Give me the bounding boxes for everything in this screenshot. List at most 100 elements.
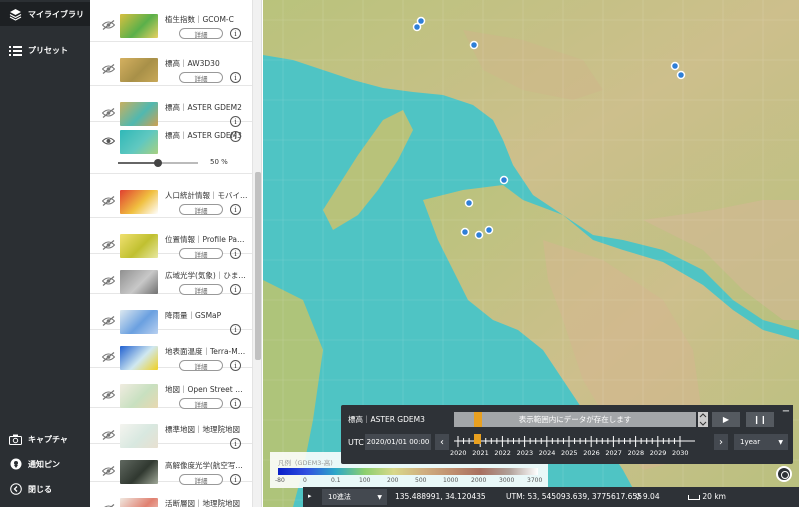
legend-tick-label: 1000 (443, 477, 459, 484)
legend-tick-label: 100 (359, 477, 371, 484)
eye-off-icon[interactable] (101, 276, 116, 286)
nav-capture-label: キャプチャ (28, 434, 68, 444)
details-button[interactable]: 詳細 (179, 28, 223, 39)
timeline-year-label: 2028 (627, 449, 645, 457)
nav-my-library[interactable]: マイライブラリ (0, 2, 90, 26)
legend-tick-label: 3000 (499, 477, 515, 484)
layer-name: 標準地図｜地理院地図 (165, 425, 240, 434)
timeline-year-label: 2030 (672, 449, 689, 457)
nav-capture[interactable]: キャプチャ (0, 427, 90, 451)
layer-thumbnail (120, 14, 158, 38)
eye-off-icon[interactable] (101, 390, 116, 400)
nav-my-library-label: マイライブラリ (28, 9, 84, 19)
compass-button[interactable] (776, 466, 792, 482)
timeline-cursor[interactable] (474, 434, 481, 444)
layers-icon (9, 8, 22, 21)
legend-tick-label: 3700 (527, 477, 543, 484)
coordinate-format-select[interactable]: 10進法 ▼ (322, 489, 387, 505)
layer-row[interactable]: 標準地図｜地理院地図 i (90, 408, 252, 449)
utm-coordinates: UTM: 53, 545093.639, 3775617.655 (506, 492, 642, 501)
legend-tick-label: 0 (303, 477, 307, 484)
eye-off-icon[interactable] (101, 108, 116, 118)
layer-name: 地表面温度｜Terra-M… (165, 347, 246, 356)
details-button[interactable]: 詳細 (179, 204, 223, 215)
eye-off-icon[interactable] (101, 430, 116, 440)
prev-time-button[interactable]: ‹ (435, 434, 449, 450)
layer-row[interactable]: 広域光学(気象)｜ひま… 詳細 i (90, 254, 252, 295)
scale-bar-icon (688, 494, 700, 500)
time-panel: 標高｜ASTER GDEM3 表示範囲内にデータが存在します ▶ ❙❙ UTC … (341, 405, 793, 464)
nav-close[interactable]: 閉じる (0, 477, 90, 501)
next-time-button[interactable]: › (714, 434, 728, 450)
layer-row[interactable]: 位置情報｜Profile Pa… 詳細 i (90, 218, 252, 259)
timeline-year-label: 2022 (494, 449, 511, 457)
camera-icon (9, 433, 22, 446)
layer-row[interactable]: 人口統計情報｜モバイ… 詳細 i (90, 174, 252, 218)
info-icon[interactable]: i (230, 28, 241, 39)
time-panel-minimize-button[interactable]: − (779, 405, 793, 418)
layer-list: 植生指数｜GCOM-C 詳細 i 標高｜AW3D30 詳細 i 標高｜ASTER GDEM2… (90, 0, 262, 507)
eye-off-icon[interactable] (101, 240, 116, 250)
timeline-year-label: 2021 (472, 449, 489, 457)
eye-off-icon[interactable] (101, 466, 116, 476)
data-availability-message: 表示範囲内にデータが存在します (518, 415, 632, 424)
layer-row[interactable]: 標高｜ASTER GDEM2 i (90, 86, 252, 127)
eye-off-icon[interactable] (101, 20, 116, 30)
pause-button[interactable]: ❙❙ (746, 412, 774, 427)
layer-row[interactable]: 標高｜ASTER GDEM3 i 50 % (90, 122, 252, 174)
layer-row[interactable]: 活断層図｜地理院地図i (90, 482, 252, 507)
current-time-marker[interactable] (474, 412, 482, 427)
eye-off-icon[interactable] (101, 352, 116, 362)
timeline-scroll-spinner[interactable] (698, 412, 708, 427)
layer-list-scrollbar[interactable] (252, 0, 261, 507)
info-icon[interactable]: i (230, 204, 241, 215)
eye-off-icon[interactable] (101, 64, 116, 74)
time-panel-layer-name: 標高｜ASTER GDEM3 (348, 415, 425, 424)
layer-row[interactable]: 高解像度光学(航空写… 詳細 i (90, 444, 252, 485)
layer-name: 位置情報｜Profile Pa… (165, 235, 245, 244)
layer-row[interactable]: 植生指数｜GCOM-C 詳細 i (90, 0, 252, 42)
nav-notify-pin[interactable]: 通知ピン (0, 452, 90, 476)
layer-row[interactable]: 地図｜Open Street … 詳細 i (90, 368, 252, 409)
opacity-slider[interactable] (118, 159, 198, 167)
layer-name: 標高｜ASTER GDEM2 (165, 103, 242, 112)
timeline-year-label: 2027 (605, 449, 622, 457)
eye-off-icon[interactable] (101, 196, 116, 206)
timeline-year-label: 2029 (649, 449, 667, 457)
scale-value: 20 km (702, 492, 726, 501)
eye-off-icon[interactable] (101, 316, 116, 326)
data-availability-bar[interactable]: 表示範囲内にデータが存在します (454, 412, 696, 427)
date-display[interactable]: 2020/01/01 00:00 (365, 434, 431, 450)
chevron-right-icon: › (719, 436, 723, 448)
layer-row[interactable]: 標高｜AW3D30 詳細 i (90, 42, 252, 86)
timeline-year-label: 2026 (583, 449, 600, 457)
nav-notify-pin-label: 通知ピン (28, 459, 60, 469)
chevron-left-icon (9, 483, 22, 496)
time-step-value: 1year (740, 438, 761, 446)
details-button[interactable]: 詳細 (179, 72, 223, 83)
nav-preset-label: プリセット (28, 45, 68, 55)
nav-close-label: 閉じる (28, 484, 52, 494)
legend-color-bar (278, 468, 538, 475)
legend-tick-label: -80 (275, 477, 285, 484)
legend-tick-label: 2000 (471, 477, 487, 484)
chevron-left-icon: ‹ (440, 436, 444, 448)
play-button[interactable]: ▶ (712, 412, 740, 427)
opacity-value: 50 % (210, 158, 228, 166)
scrollbar-thumb[interactable] (255, 172, 261, 360)
nav-preset[interactable]: プリセット (0, 38, 90, 62)
eye-icon[interactable] (101, 136, 116, 146)
coordinate-format-value: 10進法 (328, 493, 351, 501)
layer-name: 活断層図｜地理院地図 (165, 499, 240, 507)
layer-row[interactable]: 降雨量｜GSMaP i (90, 294, 252, 335)
layer-row[interactable]: 地表面温度｜Terra-M… 詳細 i (90, 330, 252, 371)
time-step-select[interactable]: 1year ▼ (734, 434, 788, 450)
info-icon[interactable]: i (230, 72, 241, 83)
zoom-display: ⚲ 9.04 (635, 492, 660, 501)
timeline-year-label: 2024 (538, 449, 556, 457)
info-icon[interactable]: i (230, 131, 241, 142)
opacity-slider-handle[interactable] (154, 159, 162, 167)
caret-down-icon: ▼ (377, 493, 382, 501)
layer-name: 広域光学(気象)｜ひま… (165, 271, 246, 280)
layer-thumbnail (120, 270, 158, 294)
